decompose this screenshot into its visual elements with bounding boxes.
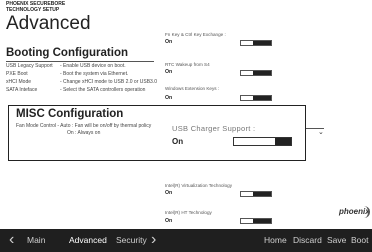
phoenix-logo-icon: [358, 206, 370, 218]
save-button[interactable]: Save: [327, 235, 346, 245]
brand-text: PHOENIX SECUREBORE TECHNOLOGY SETUP: [6, 1, 66, 13]
booting-item-desc: - Boot the system via Ethernet.: [60, 71, 129, 77]
tab-advanced[interactable]: Advanced: [69, 235, 107, 245]
option-value: On: [165, 218, 173, 224]
tab-security[interactable]: Security: [116, 235, 147, 245]
misc-config-panel: MISC Configuration Fan Mode Control - Au…: [8, 105, 306, 161]
usb-charger-value: On: [172, 137, 184, 146]
option-value: On: [165, 39, 173, 45]
booting-item-desc: - Enable USB device on boot.: [60, 63, 126, 69]
usb-charger-label: USB Charger Support :: [172, 124, 256, 133]
option-label-virtualization: Intel(R) Virtualization Technology: [165, 183, 232, 188]
page-title: Advanced: [6, 13, 91, 34]
windows-keys-toggle[interactable]: [240, 95, 272, 101]
misc-section-title: MISC Configuration: [16, 108, 124, 120]
divider: [6, 61, 154, 62]
chevron-right-icon[interactable]: ›: [151, 231, 156, 249]
option-label-windows-keys: Windows Extension Keys :: [165, 86, 220, 91]
booting-section-title: Booting Configuration: [6, 47, 128, 59]
option-value: On: [165, 69, 173, 75]
option-label-fn-ctrl-exchange: Fn Key & Ctrl Key Exchange :: [165, 32, 226, 37]
booting-item-label: SATA Inteface: [6, 87, 38, 93]
chevron-left-icon[interactable]: ‹: [9, 231, 14, 249]
booting-item-desc: - Select the SATA controllers operation: [60, 87, 146, 93]
fan-mode-on-desc: On : Always on: [67, 130, 101, 136]
chevron-down-icon[interactable]: ⌄: [318, 128, 324, 136]
booting-item-desc: - Change xHCI mode to USB 2.0 or USB3.0: [60, 79, 157, 85]
fan-mode-desc: Fan Mode Control - Auto : Fan will be on…: [16, 123, 152, 129]
rtc-wakeup-toggle[interactable]: [240, 70, 272, 76]
option-label-rtc-wakeup: RTC Wakeup from S4: [165, 62, 210, 67]
boot-button[interactable]: Boot: [351, 235, 369, 245]
discard-button[interactable]: Discard: [293, 235, 322, 245]
home-button[interactable]: Home: [264, 235, 287, 245]
ht-technology-toggle[interactable]: [240, 218, 272, 224]
tab-main[interactable]: Main: [27, 235, 45, 245]
option-label-ht-technology: Intel(R) HT Technology: [165, 210, 212, 215]
virtualization-toggle[interactable]: [240, 191, 272, 197]
usb-charger-toggle[interactable]: [233, 137, 292, 146]
fn-ctrl-exchange-toggle[interactable]: [240, 40, 272, 46]
booting-item-label: USB Legacy Support: [6, 63, 53, 69]
booting-item-label: xHCI Mode: [6, 79, 32, 85]
booting-item-label: PXE Boot: [6, 71, 28, 77]
option-value: On: [165, 190, 173, 196]
option-value: On: [165, 95, 173, 101]
bottom-nav-bar: ‹ Main Advanced Security › Home Discard …: [0, 229, 372, 252]
